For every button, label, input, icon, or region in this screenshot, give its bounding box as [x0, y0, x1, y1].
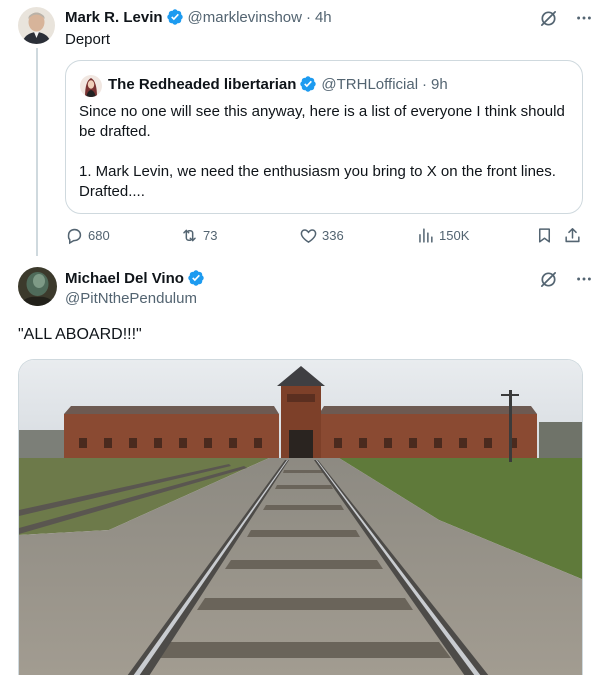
quote-paragraph: Since no one will see this anyway, here … [79, 103, 565, 140]
post-michael-del-vino[interactable]: Michael Del Vino @PitNthePendulum "ALL A… [0, 262, 594, 675]
heart-icon [300, 229, 317, 243]
avatar[interactable] [18, 267, 57, 306]
quote-text: Since no one will see this anyway, here … [79, 102, 575, 202]
verified-badge-icon [187, 269, 205, 287]
handle-row: @PitNthePendulum [65, 290, 197, 307]
views-button[interactable]: 150K [416, 226, 469, 245]
post-image[interactable] [18, 359, 583, 675]
verified-badge-icon [166, 8, 184, 26]
post-time[interactable]: 4h [315, 9, 332, 26]
grok-icon[interactable] [538, 269, 558, 289]
reply-icon [67, 228, 82, 245]
author-handle[interactable]: @PitNthePendulum [65, 290, 197, 307]
quoted-post[interactable]: The Redheaded libertarian @TRHLofficial … [65, 60, 583, 214]
like-button[interactable]: 336 [299, 226, 344, 245]
quote-author-name[interactable]: The Redheaded libertarian [108, 76, 296, 93]
verified-badge-icon [299, 75, 317, 93]
action-bar: 680 73 336 150K [65, 226, 583, 246]
views-icon [419, 228, 433, 243]
thread-line [36, 48, 38, 256]
repost-icon [183, 229, 196, 242]
author-handle[interactable]: @marklevinshow [188, 9, 302, 26]
repost-count: 73 [203, 228, 218, 243]
author-name[interactable]: Michael Del Vino [65, 270, 184, 287]
share-button[interactable] [563, 226, 586, 245]
quote-time[interactable]: 9h [431, 76, 448, 93]
author-name[interactable]: Mark R. Levin [65, 9, 163, 26]
post-header: Michael Del Vino [65, 269, 205, 287]
reply-count: 680 [88, 228, 110, 243]
bookmark-button[interactable] [535, 226, 558, 245]
separator-dot: · [422, 75, 428, 93]
share-icon [565, 228, 580, 243]
like-count: 336 [322, 228, 344, 243]
reply-button[interactable]: 680 [65, 226, 110, 245]
post-text: Deport [65, 31, 111, 48]
repost-button[interactable]: 73 [180, 226, 217, 245]
grok-icon[interactable] [538, 8, 558, 28]
quote-author-handle[interactable]: @TRHLofficial [321, 76, 418, 93]
post-mark-levin[interactable]: Mark R. Levin @marklevinshow · 4h Deport [0, 0, 594, 262]
views-count: 150K [439, 228, 470, 243]
quote-paragraph: 1. Mark Levin, we need the enthusiasm yo… [79, 163, 556, 200]
more-dots-icon[interactable] [574, 8, 594, 28]
bookmark-icon [538, 228, 551, 243]
post-text: "ALL ABOARD!!!" [18, 326, 142, 343]
avatar[interactable] [18, 7, 55, 44]
more-dots-icon[interactable] [574, 269, 594, 289]
quote-avatar[interactable] [80, 75, 102, 97]
post-header: Mark R. Levin @marklevinshow · 4h [65, 8, 332, 26]
quote-header: The Redheaded libertarian @TRHLofficial … [108, 75, 448, 93]
separator-dot: · [305, 8, 311, 26]
